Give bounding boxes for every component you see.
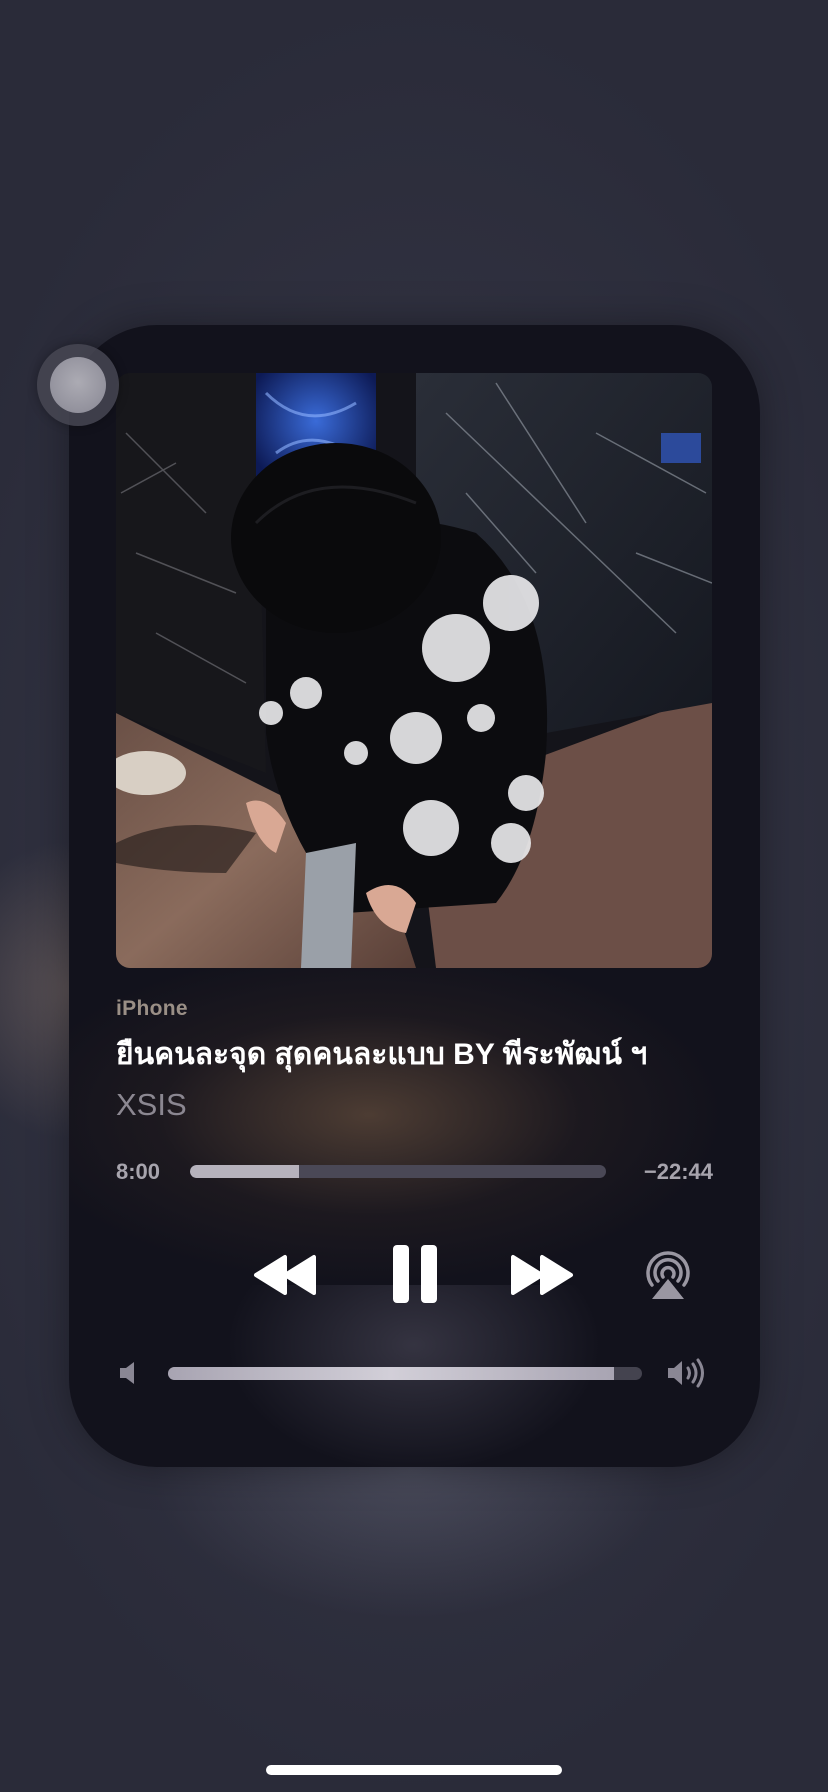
playback-source-label: iPhone <box>116 997 188 1020</box>
fast-forward-icon <box>511 1255 573 1295</box>
playback-progress-fill <box>190 1165 300 1178</box>
rewind-icon <box>254 1255 316 1295</box>
assistive-touch-button[interactable] <box>37 344 119 426</box>
volume-max-button[interactable] <box>666 1358 708 1393</box>
home-indicator[interactable] <box>266 1765 562 1775</box>
remaining-time: −22:44 <box>643 1159 713 1184</box>
airplay-button[interactable] <box>640 1247 696 1303</box>
rewind-button[interactable] <box>252 1253 318 1297</box>
volume-level-fill <box>168 1367 614 1380</box>
pause-button[interactable] <box>391 1243 439 1305</box>
volume-min-button[interactable] <box>118 1360 140 1391</box>
elapsed-time: 8:00 <box>116 1159 161 1184</box>
speaker-low-icon <box>120 1362 134 1384</box>
airplay-audio-icon <box>646 1251 690 1299</box>
fast-forward-button[interactable] <box>509 1253 575 1297</box>
speaker-high-icon <box>668 1358 704 1388</box>
pause-icon <box>393 1245 437 1303</box>
artist-name: XSIS <box>116 1087 187 1122</box>
album-artwork[interactable] <box>116 373 712 968</box>
volume-slider[interactable] <box>168 1367 642 1380</box>
playback-scrubber[interactable] <box>190 1165 606 1178</box>
album-artwork-photo <box>116 373 712 968</box>
song-title: ยืนคนละจุด สุดคนละแบบ BY พีระพัฒน์ ฯ <box>116 1038 648 1071</box>
now-playing-card: iPhone ยืนคนละจุด สุดคนละแบบ BY พีระพัฒน… <box>69 325 760 1467</box>
